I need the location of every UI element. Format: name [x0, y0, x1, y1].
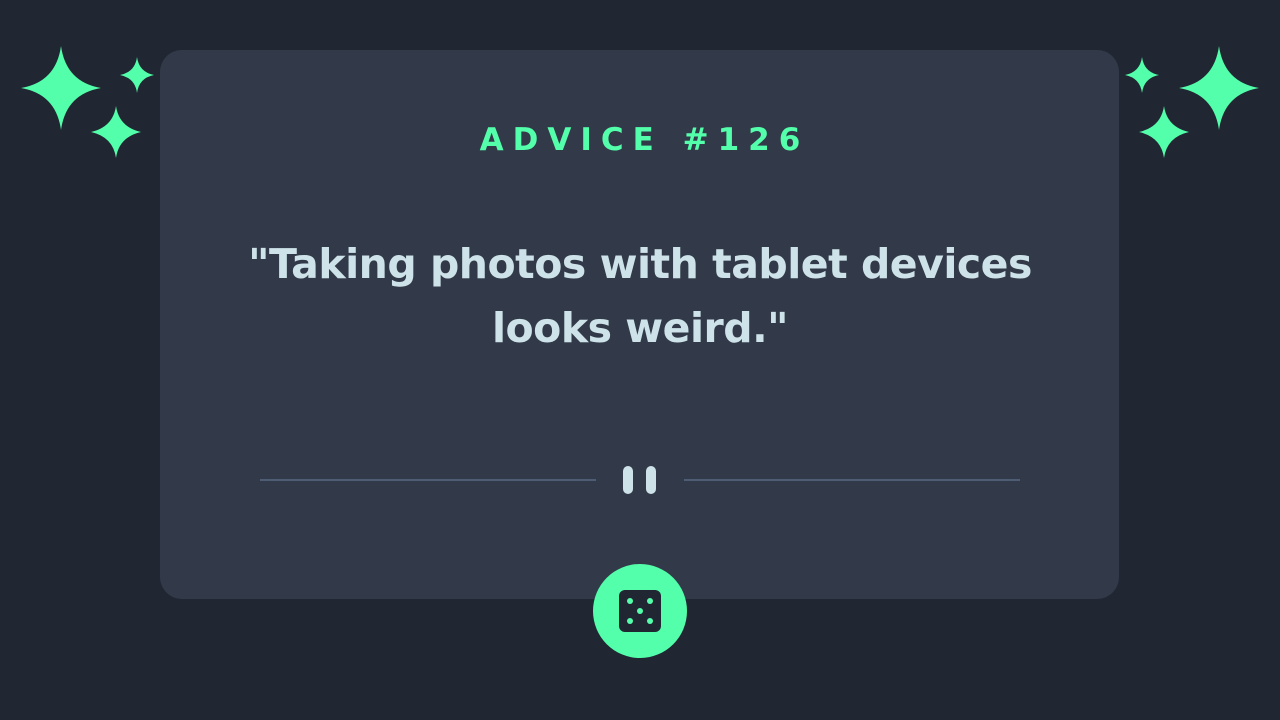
- divider-line-right: [684, 479, 1020, 481]
- new-advice-button[interactable]: [593, 564, 687, 658]
- advice-heading: ADVICE #126: [479, 122, 810, 158]
- advice-quote: "Taking photos with tablet devices looks…: [248, 240, 1032, 352]
- dice-icon: [619, 590, 661, 632]
- divider-line-left: [260, 479, 596, 481]
- divider: [260, 462, 1020, 498]
- pause-icon: [622, 466, 658, 494]
- page: ADVICE #126 "Taking photos with tablet d…: [0, 0, 1280, 720]
